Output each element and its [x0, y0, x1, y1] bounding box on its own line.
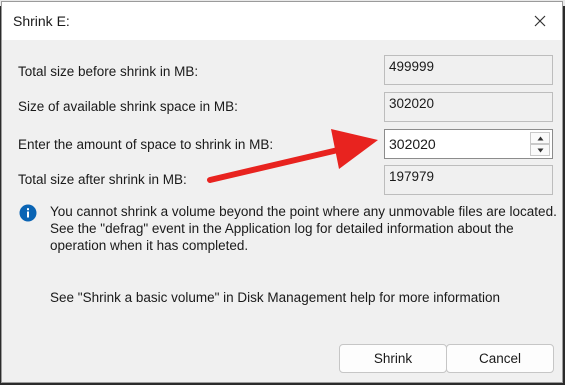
help-text: See "Shrink a basic volume" in Disk Mana… — [50, 290, 501, 305]
info-line: operation when it has completed. — [50, 238, 249, 253]
stepper-up-button[interactable] — [530, 132, 550, 144]
stepper-buttons — [530, 132, 550, 156]
shrink-dialog: Shrink E: Total size before shrink in MB… — [1, 1, 563, 383]
total-after-value: 197979 — [384, 165, 553, 195]
shrink-amount-input[interactable] — [385, 130, 530, 158]
info-message: You cannot shrink a volume beyond the po… — [50, 203, 557, 254]
stepper-down-button[interactable] — [530, 144, 550, 156]
close-icon — [534, 15, 546, 27]
available-space-label: Size of available shrink space in MB: — [18, 99, 238, 114]
total-after-label: Total size after shrink in MB: — [18, 172, 187, 187]
dialog-title: Shrink E: — [13, 13, 70, 29]
shrink-amount-stepper[interactable] — [384, 129, 553, 159]
available-space-value: 302020 — [384, 92, 553, 122]
info-line: You cannot shrink a volume beyond the po… — [50, 204, 557, 219]
chevron-down-icon — [537, 148, 543, 152]
shrink-button[interactable]: Shrink — [339, 344, 447, 373]
cancel-button[interactable]: Cancel — [446, 344, 554, 373]
info-line: See the "defrag" event in the Applicatio… — [50, 221, 514, 236]
title-bar: Shrink E: — [2, 2, 562, 40]
shrink-amount-label: Enter the amount of space to shrink in M… — [18, 137, 274, 152]
close-button[interactable] — [518, 2, 562, 40]
chevron-up-icon — [537, 136, 543, 140]
info-icon — [19, 204, 37, 222]
total-before-label: Total size before shrink in MB: — [18, 64, 199, 79]
total-before-value: 499999 — [384, 55, 553, 85]
